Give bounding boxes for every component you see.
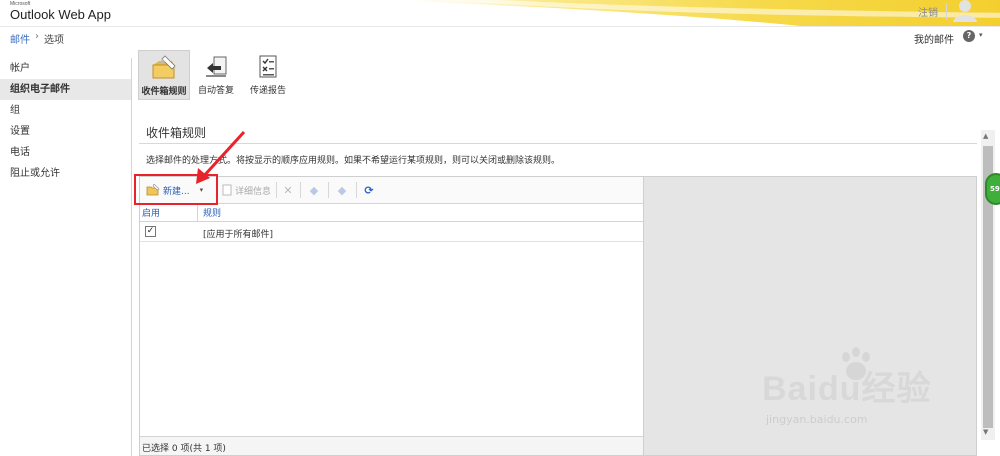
move-down-icon[interactable]: ◆ xyxy=(334,181,350,199)
header-rule xyxy=(0,26,1000,27)
breadcrumb-mail-link[interactable]: 邮件 xyxy=(10,31,30,46)
sidebar-item-phone[interactable]: 电话 xyxy=(0,142,132,163)
chevron-down-icon[interactable]: ▾ xyxy=(979,31,983,39)
top-bar: Microsoft Outlook Web App 注销 xyxy=(0,0,1000,26)
sidebar-divider xyxy=(131,58,132,456)
delete-icon[interactable]: ✕ xyxy=(280,181,296,199)
watermark-brand: Baidu经验 xyxy=(762,370,932,408)
rules-table-header: 启用 规则 xyxy=(140,204,643,222)
tab-inbox-rules[interactable]: 收件箱规则 xyxy=(138,50,190,100)
header-divider xyxy=(946,3,947,19)
selection-status: 已选择 0 项(共 1 项) xyxy=(142,444,226,454)
logo-brand: Outlook Web App xyxy=(10,7,111,22)
title-divider xyxy=(139,143,977,144)
options-tabs: 收件箱规则 自动答复 传递报告 xyxy=(138,50,294,100)
status-bar: 已选择 0 项(共 1 项) xyxy=(140,436,643,455)
scroll-up-icon[interactable]: ▲ xyxy=(983,132,988,140)
breadcrumb-separator: › xyxy=(35,31,39,42)
annotation-arrow-icon xyxy=(196,130,246,184)
sidebar-item-settings[interactable]: 设置 xyxy=(0,121,132,142)
breadcrumb-current: 选项 xyxy=(44,35,64,46)
refresh-icon[interactable]: ⟳ xyxy=(361,181,377,199)
rule-name: [应用于所有邮件] xyxy=(203,230,274,240)
rules-panel: 新建... ▾ 详细信息 ✕ ◆ ◆ ⟳ 启用 规则 ✓ [应用于所有邮件] 已… xyxy=(139,176,644,456)
tab-delivery-reports-label: 传递报告 xyxy=(249,86,286,96)
toolbar-divider xyxy=(276,182,277,198)
table-row[interactable]: ✓ [应用于所有邮件] xyxy=(140,223,643,242)
my-mail-link[interactable]: 我的邮件 xyxy=(914,31,954,46)
help-icon[interactable]: ? xyxy=(963,30,975,42)
sidebar-item-organize-email[interactable]: 组织电子邮件 xyxy=(0,79,132,100)
tab-auto-reply[interactable]: 自动答复 xyxy=(190,50,242,100)
delivery-report-icon xyxy=(253,52,283,82)
user-avatar-icon[interactable] xyxy=(952,0,978,22)
move-up-icon[interactable]: ◆ xyxy=(306,181,322,199)
floating-badge[interactable]: 59 xyxy=(985,173,1000,205)
toolbar-divider xyxy=(356,182,357,198)
baidu-watermark: Baidu经验 jingyan.baidu.com xyxy=(740,345,950,435)
header-swoosh xyxy=(380,0,1000,26)
tab-delivery-reports[interactable]: 传递报告 xyxy=(242,50,294,100)
tab-inbox-rules-label: 收件箱规则 xyxy=(141,87,187,97)
inbox-rules-icon xyxy=(149,53,179,83)
sidebar-item-groups[interactable]: 组 xyxy=(0,100,132,121)
watermark-url: jingyan.baidu.com xyxy=(766,413,868,426)
outlook-logo[interactable]: Microsoft Outlook Web App xyxy=(10,1,111,22)
auto-reply-icon xyxy=(201,52,231,82)
rule-enabled-checkbox[interactable]: ✓ xyxy=(145,226,156,237)
breadcrumb: 邮件 › 选项 xyxy=(10,31,64,46)
scroll-down-icon[interactable]: ▼ xyxy=(983,428,988,436)
toolbar-divider xyxy=(300,182,301,198)
signout-link[interactable]: 注销 xyxy=(918,4,938,19)
column-rule[interactable]: 规则 xyxy=(203,206,221,219)
options-sidebar: 帐户 组织电子邮件 组 设置 电话 阻止或允许 xyxy=(0,58,132,184)
sidebar-item-block-allow[interactable]: 阻止或允许 xyxy=(0,163,132,184)
toolbar-divider xyxy=(328,182,329,198)
sidebar-item-account[interactable]: 帐户 xyxy=(0,58,132,79)
column-enabled[interactable]: 启用 xyxy=(142,206,160,219)
column-divider xyxy=(197,204,198,222)
tab-auto-reply-label: 自动答复 xyxy=(197,86,234,96)
